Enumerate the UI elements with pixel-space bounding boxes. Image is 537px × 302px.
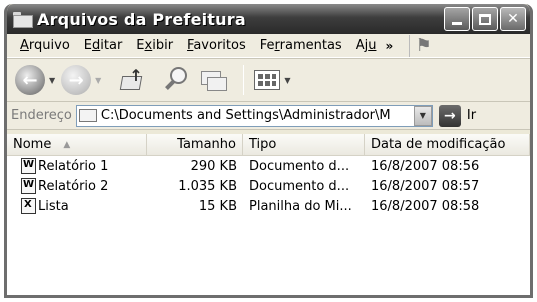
menu-ferramentas-label: Ferramentas — [259, 38, 342, 53]
menu-exibir-label: Exibir — [136, 38, 174, 53]
window-title: Arquivos da Prefeitura — [37, 9, 246, 29]
file-size: 290 KB — [190, 158, 237, 174]
maximize-button[interactable] — [472, 7, 498, 31]
menu-favoritos-label: Favoritos — [187, 38, 246, 53]
windows-logo-icon: ⚑ — [409, 34, 437, 57]
file-name-cell: Lista — [7, 198, 147, 214]
file-row[interactable]: Relatório 2 1.035 KB Documento d... 16/8… — [7, 176, 530, 196]
file-row[interactable]: Lista 15 KB Planilha do Mi... 16/8/2007 … — [7, 196, 530, 216]
word-document-icon — [21, 158, 36, 174]
minimize-icon — [452, 21, 462, 25]
menu-editar-label: Editar — [83, 38, 123, 53]
back-arrow-icon: ← — [15, 65, 45, 95]
menu-ferramentas[interactable]: Ferramentas — [253, 38, 349, 53]
file-type: Documento d... — [249, 178, 350, 194]
file-type: Documento d... — [249, 158, 350, 174]
file-modified: 16/8/2007 08:58 — [371, 198, 480, 214]
close-icon: ✕ — [507, 11, 519, 27]
address-dropdown-icon[interactable]: ▼ — [413, 105, 432, 126]
back-button[interactable]: ← ▼ — [15, 65, 55, 95]
go-button[interactable]: → Ir — [438, 104, 477, 127]
menu-exibir[interactable]: Exibir — [129, 38, 180, 53]
menu-arquivo[interactable]: Arquivo — [13, 38, 77, 53]
forward-arrow-icon: → — [61, 65, 92, 95]
back-dropdown-icon[interactable]: ▼ — [49, 76, 55, 85]
maximize-icon — [479, 13, 491, 25]
menu-overflow-chevron[interactable]: » — [385, 39, 393, 53]
file-name: Relatório 2 — [38, 178, 109, 194]
title-bar[interactable]: Arquivos da Prefeitura ✕ — [7, 4, 530, 34]
column-header-name[interactable]: Nome ▲ — [7, 134, 147, 155]
sort-ascending-icon: ▲ — [63, 139, 71, 150]
search-icon[interactable] — [161, 65, 191, 95]
menu-editar[interactable]: Editar — [77, 38, 130, 53]
up-folder-icon[interactable]: ↑ — [117, 66, 147, 94]
minimize-button[interactable] — [444, 7, 470, 31]
column-header-type-label: Tipo — [249, 137, 277, 152]
folder-icon — [13, 12, 33, 28]
file-type: Planilha do Mi... — [249, 198, 352, 214]
column-header-date[interactable]: Data de modificação — [365, 134, 530, 155]
address-bar: Endereço C:\Documents and Settings\Admin… — [7, 102, 530, 130]
standard-toolbar: ← ▼ → ▼ ↑ ▼ — [7, 58, 530, 102]
forward-button[interactable]: → ▼ — [61, 65, 101, 95]
file-name: Relatório 1 — [38, 158, 109, 174]
views-icon — [254, 70, 281, 90]
column-header-type[interactable]: Tipo — [243, 134, 365, 155]
menu-ajuda-label: Aju — [355, 38, 377, 53]
forward-dropdown-icon[interactable]: ▼ — [95, 76, 101, 85]
word-document-icon — [21, 178, 36, 194]
go-label: Ir — [466, 108, 477, 123]
file-modified: 16/8/2007 08:57 — [371, 178, 480, 194]
go-arrow-icon: → — [438, 104, 461, 127]
column-header-size-label: Tamanho — [177, 137, 236, 152]
toolbar-separator — [243, 65, 245, 95]
folders-icon[interactable] — [199, 67, 229, 93]
address-field[interactable]: C:\Documents and Settings\Administrador\… — [75, 104, 433, 127]
address-folder-icon — [78, 109, 97, 122]
file-list: Nome ▲ Tamanho Tipo Data de modificação … — [7, 134, 530, 295]
excel-spreadsheet-icon — [21, 198, 36, 214]
file-row[interactable]: Relatório 1 290 KB Documento d... 16/8/2… — [7, 156, 530, 176]
file-name: Lista — [38, 198, 69, 214]
file-size: 1.035 KB — [178, 178, 237, 194]
file-modified: 16/8/2007 08:56 — [371, 158, 480, 174]
file-size: 15 KB — [198, 198, 237, 214]
file-name-cell: Relatório 1 — [7, 158, 147, 174]
column-header-name-label: Nome — [13, 137, 52, 152]
list-header: Nome ▲ Tamanho Tipo Data de modificação — [7, 134, 530, 156]
file-name-cell: Relatório 2 — [7, 178, 147, 194]
address-path[interactable]: C:\Documents and Settings\Administrador\… — [101, 108, 414, 123]
column-header-size[interactable]: Tamanho — [147, 134, 243, 155]
explorer-window: Arquivos da Prefeitura ✕ Arquivo Editar … — [4, 4, 533, 298]
menu-bar: Arquivo Editar Exibir Favoritos Ferramen… — [7, 34, 530, 58]
column-header-date-label: Data de modificação — [371, 137, 506, 152]
menu-arquivo-label: Arquivo — [20, 38, 70, 53]
close-button[interactable]: ✕ — [500, 7, 526, 31]
views-dropdown-icon[interactable]: ▼ — [284, 76, 290, 85]
address-label: Endereço — [11, 108, 72, 123]
menu-favoritos[interactable]: Favoritos — [180, 38, 253, 53]
views-button[interactable]: ▼ — [254, 70, 290, 90]
menu-ajuda[interactable]: Aju — [349, 38, 384, 53]
